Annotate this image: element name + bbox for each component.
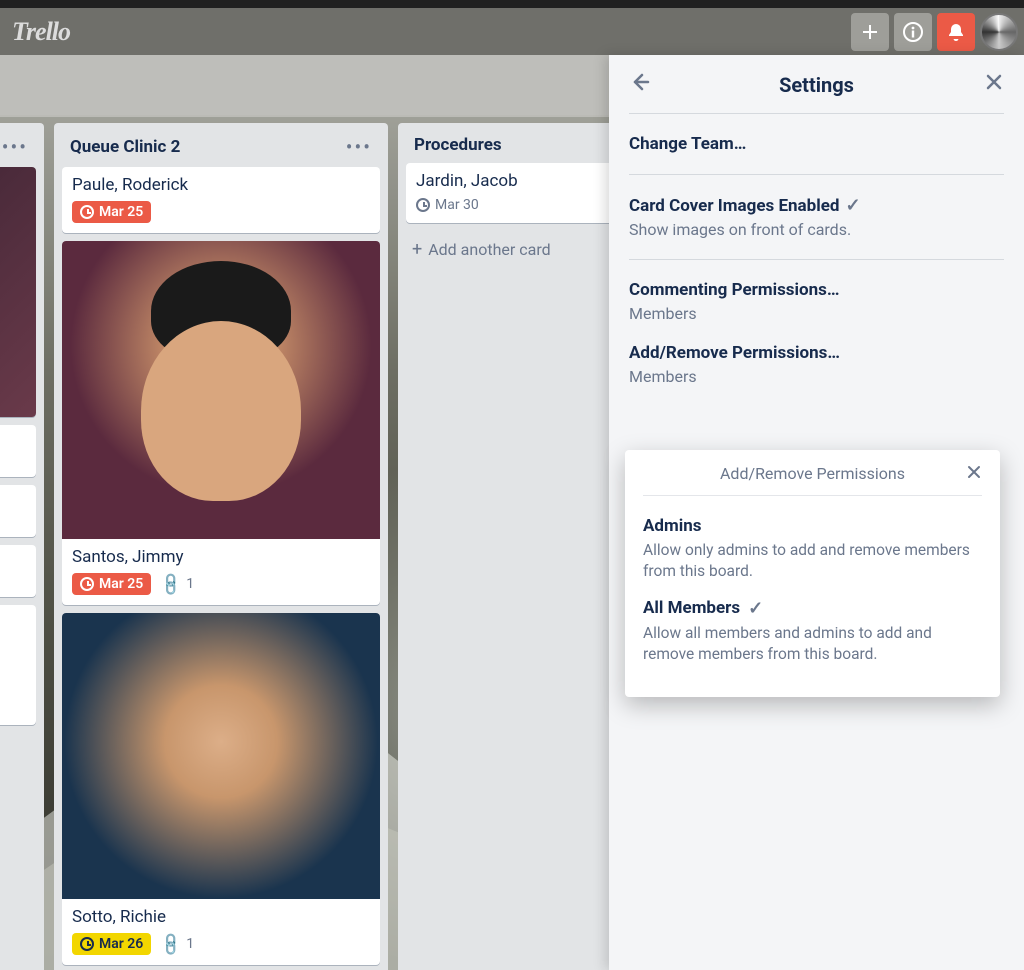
bell-icon (946, 22, 966, 42)
list-menu-button[interactable]: ••• (346, 135, 372, 159)
plus-icon (860, 22, 880, 42)
popover-option-admins[interactable]: Admins Allow only admins to add and remo… (643, 510, 982, 594)
add-card-label: Add another card (428, 240, 550, 259)
card-badges: Mar 25 🔗 1 (72, 573, 370, 595)
app-logo[interactable]: Trello (6, 17, 70, 47)
plus-icon: + (412, 239, 422, 260)
card-covers-title: Card Cover Images Enabled (629, 196, 839, 216)
card[interactable] (0, 605, 36, 725)
close-icon (984, 72, 1004, 92)
card-cover (0, 167, 36, 417)
card-santos-jimmy[interactable]: Santos, Jimmy Mar 25 🔗 1 (62, 241, 380, 605)
info-icon (902, 21, 924, 43)
section-card-covers: Card Cover Images Enabled ✓ Show images … (629, 175, 1004, 260)
panel-header: Settings (629, 55, 1004, 114)
clock-icon (416, 198, 430, 212)
card-title: Santos, Jimmy (72, 547, 370, 567)
due-date-badge: Mar 30 (416, 197, 479, 213)
list-header: ••• (0, 131, 36, 167)
due-date-text: Mar 30 (435, 197, 479, 213)
clock-icon (80, 205, 94, 219)
card[interactable] (0, 167, 36, 417)
due-date-text: Mar 25 (99, 576, 143, 592)
attachment-count: 1 (186, 576, 194, 592)
window-top-strip (0, 0, 1024, 8)
option-name: All Members ✓ (643, 598, 763, 619)
close-icon (966, 464, 982, 480)
card[interactable] (0, 485, 36, 537)
due-date-text: Mar 26 (99, 936, 143, 952)
global-header: Trello (0, 8, 1024, 55)
card-body: Sotto, Richie Mar 26 🔗 1 (62, 899, 380, 965)
option-name: Admins (643, 516, 701, 536)
close-button[interactable] (984, 72, 1004, 98)
card-body: Santos, Jimmy Mar 25 🔗 1 (62, 539, 380, 605)
addremove-value: Members (629, 367, 1004, 386)
arrow-left-icon (629, 71, 651, 93)
back-button[interactable] (629, 71, 651, 99)
card-title: Paule, Roderick (72, 175, 370, 195)
card-cover (62, 613, 380, 899)
checkmark-icon: ✓ (748, 598, 763, 619)
popover-title: Add/Remove Permissions (643, 464, 982, 483)
attachment-badge: 🔗 1 (161, 935, 194, 954)
card-cover (62, 241, 380, 539)
list-header: Queue Clinic 2 ••• (62, 131, 380, 167)
popover-header: Add/Remove Permissions (643, 464, 982, 496)
due-date-badge: Mar 26 (72, 933, 151, 955)
card-covers-desc: Show images on front of cards. (629, 220, 1004, 239)
checkmark-icon: ✓ (845, 195, 860, 216)
card-title: Sotto, Richie (72, 907, 370, 927)
attachment-badge: 🔗 1 (161, 575, 194, 594)
due-date-badge: Mar 25 (72, 573, 151, 595)
card-badges: Mar 26 🔗 1 (72, 933, 370, 955)
popover-close-button[interactable] (966, 464, 982, 485)
change-team-link[interactable]: Change Team… (629, 134, 746, 154)
list-previous: ••• (0, 123, 44, 970)
section-permissions: Commenting Permissions… Members Add/Remo… (629, 260, 1004, 408)
card[interactable] (0, 425, 36, 477)
popover-option-all-members[interactable]: All Members ✓ Allow all members and admi… (643, 594, 982, 677)
card-body: Paule, Roderick Mar 25 (62, 167, 380, 233)
paperclip-icon: 🔗 (157, 570, 185, 598)
list-queue-clinic-2: Queue Clinic 2 ••• Paule, Roderick Mar 2… (54, 123, 388, 970)
list-menu-button[interactable]: ••• (2, 135, 28, 159)
clock-icon (80, 577, 94, 591)
card-sotto-richie[interactable]: Sotto, Richie Mar 26 🔗 1 (62, 613, 380, 965)
commenting-value: Members (629, 304, 1004, 323)
paperclip-icon: 🔗 (157, 930, 185, 958)
card-paule-roderick[interactable]: Paule, Roderick Mar 25 (62, 167, 380, 233)
panel-title: Settings (779, 73, 854, 97)
addremove-permissions-popover: Add/Remove Permissions Admins Allow only… (625, 450, 1000, 697)
card-badges: Mar 25 (72, 201, 370, 223)
commenting-permissions-row[interactable]: Commenting Permissions… Members (629, 280, 1004, 323)
due-date-badge: Mar 25 (72, 201, 151, 223)
info-button[interactable] (894, 13, 932, 51)
create-button[interactable] (851, 13, 889, 51)
due-date-text: Mar 25 (99, 204, 143, 220)
addremove-title: Add/Remove Permissions… (629, 343, 840, 363)
card[interactable] (0, 545, 36, 597)
commenting-title: Commenting Permissions… (629, 280, 840, 300)
option-desc: Allow all members and admins to add and … (643, 623, 982, 665)
section-change-team: Change Team… (629, 114, 1004, 175)
list-title[interactable]: Queue Clinic 2 (70, 137, 346, 157)
clock-icon (80, 937, 94, 951)
attachment-count: 1 (186, 936, 194, 952)
user-avatar[interactable] (980, 13, 1018, 51)
card-covers-toggle[interactable]: Card Cover Images Enabled ✓ (629, 195, 861, 216)
option-name-text: All Members (643, 598, 740, 618)
option-desc: Allow only admins to add and remove memb… (643, 540, 982, 582)
settings-panel: Settings Change Team… Card Cover Images … (609, 55, 1024, 970)
notifications-button[interactable] (937, 13, 975, 51)
addremove-permissions-row[interactable]: Add/Remove Permissions… Members (629, 343, 1004, 386)
